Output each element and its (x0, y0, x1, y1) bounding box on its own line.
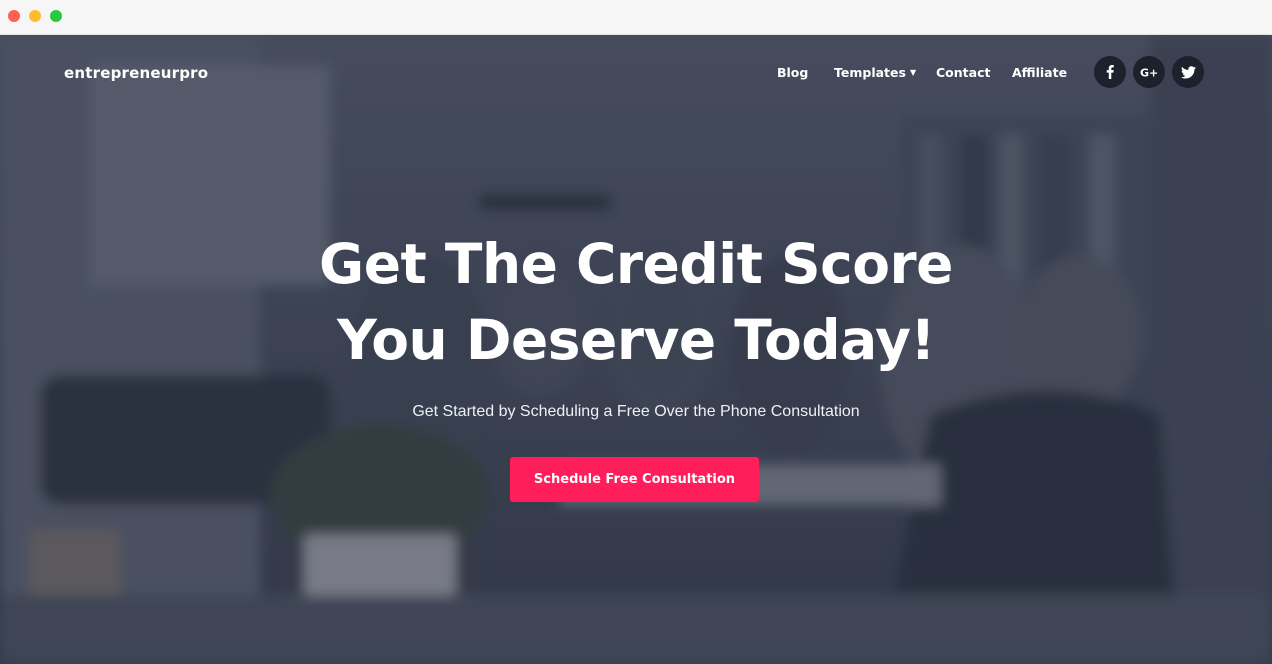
svg-text:G+: G+ (1140, 67, 1158, 79)
google-plus-icon: G+ (1140, 67, 1158, 79)
browser-chrome (0, 0, 1272, 35)
hero-headline-line2: You Deserve Today! (336, 308, 936, 372)
twitter-icon (1180, 65, 1196, 78)
window-close-button[interactable] (8, 10, 20, 22)
twitter-button[interactable] (1172, 56, 1204, 88)
window-minimize-button[interactable] (29, 10, 41, 22)
caret-down-icon: ▼ (909, 68, 917, 77)
nav-item-templates-label: Templates (834, 65, 906, 80)
window-zoom-button[interactable] (50, 10, 62, 22)
nav-item-contact[interactable]: Contact (936, 65, 990, 80)
hero-subtitle: Get Started by Scheduling a Free Over th… (412, 403, 860, 420)
brand-logo[interactable]: entrepreneurpro (64, 64, 208, 82)
nav-item-templates[interactable]: Templates ▼ (834, 65, 916, 80)
facebook-icon (1106, 65, 1114, 79)
schedule-consultation-button[interactable]: Schedule Free Consultation (510, 457, 759, 502)
google-plus-button[interactable]: G+ (1133, 56, 1165, 88)
hero-section: entrepreneurpro Blog Templates ▼ Contact … (0, 35, 1272, 664)
facebook-button[interactable] (1094, 56, 1126, 88)
nav-item-blog[interactable]: Blog (777, 65, 808, 80)
nav-item-affiliate[interactable]: Affiliate (1012, 65, 1067, 80)
hero-headline-line1: Get The Credit Score (319, 232, 953, 296)
